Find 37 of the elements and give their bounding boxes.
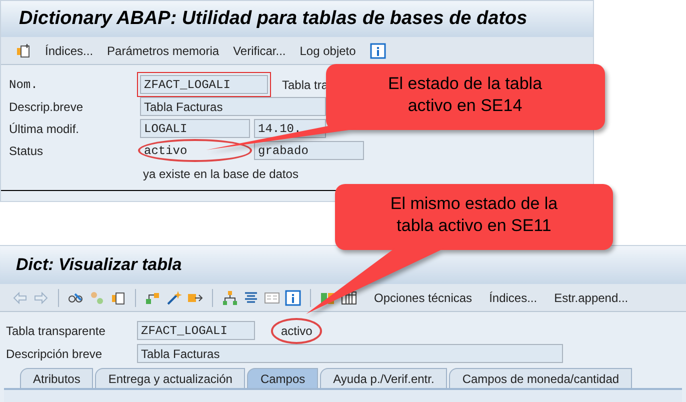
field-label: Última modif.: [9, 120, 80, 138]
info-icon[interactable]: [285, 290, 301, 306]
input-field[interactable]: grabado: [254, 141, 364, 160]
callout-text: El mismo estado de la tabla activo en SE11: [389, 193, 559, 237]
magic-wand-icon[interactable]: [166, 290, 182, 306]
toolbar-button[interactable]: Opciones técnicas: [374, 288, 472, 306]
field-label: Descrip.breve: [9, 98, 84, 116]
tab[interactable]: Atributos: [20, 368, 94, 388]
align-icon[interactable]: [243, 290, 259, 306]
input-field[interactable]: ZFACT_LOGALI: [137, 321, 255, 340]
window-title: Dictionary ABAP: Utilidad para tablas de bases de datos: [19, 6, 528, 31]
input-field[interactable]: LOGALI: [140, 119, 250, 138]
info-icon[interactable]: [370, 42, 386, 58]
status-note: ya existe en la base de datos: [143, 166, 300, 183]
window-title: Dict: Visualizar tabla: [16, 254, 182, 276]
toolbar-button[interactable]: Log objeto: [300, 42, 356, 60]
toolbar-button[interactable]: Parámetros memoria: [107, 42, 220, 60]
input-field[interactable]: Tabla Facturas: [140, 97, 326, 116]
form-icon[interactable]: [264, 290, 280, 306]
toolbar-button[interactable]: Estr.append...: [554, 288, 628, 306]
field-label: Status: [9, 142, 44, 160]
tab[interactable]: Ayuda p./Verif.entr.: [320, 368, 448, 388]
input-field[interactable]: ZFACT_LOGALI: [140, 75, 268, 94]
tree-icon[interactable]: [222, 290, 238, 306]
toolbar-button[interactable]: Índices...: [45, 42, 94, 60]
input-field[interactable]: activo: [140, 141, 250, 160]
field-label: Descripción breve: [6, 346, 104, 362]
toolbar-button[interactable]: Verificar...: [233, 42, 286, 60]
input-field[interactable]: Tabla Facturas: [137, 344, 563, 363]
tab[interactable]: Entrega y actualización: [95, 368, 246, 388]
callout-text: El estado de la tabla activo en SE14: [386, 73, 544, 117]
tab[interactable]: Campos de moneda/cantidad: [449, 368, 632, 388]
field-label: Nom.: [9, 76, 39, 94]
tab[interactable]: Campos: [247, 368, 318, 388]
toolbar-button[interactable]: Índices...: [489, 288, 538, 306]
status-text: activo: [273, 320, 320, 342]
field-label: Tabla transparente: [6, 322, 106, 340]
